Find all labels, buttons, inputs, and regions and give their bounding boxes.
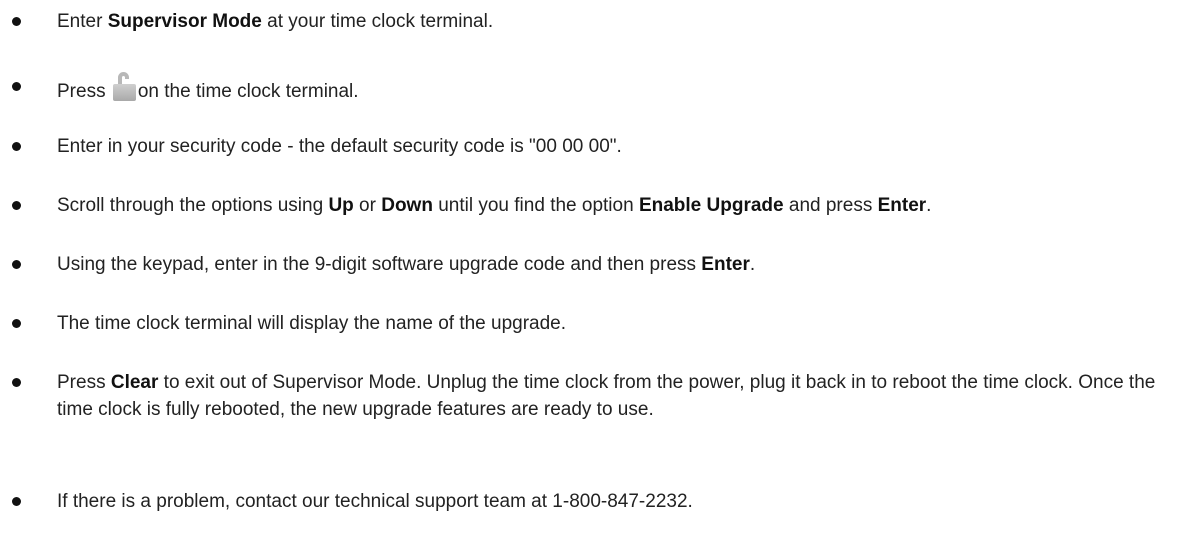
bullet-icon bbox=[12, 497, 21, 506]
bullet-icon bbox=[12, 142, 21, 151]
bullet-icon bbox=[12, 17, 21, 26]
bullet-icon bbox=[12, 378, 21, 387]
bullet-icon bbox=[12, 82, 21, 91]
step-text: The time clock terminal will display the… bbox=[57, 313, 567, 334]
step-text: Enter Supervisor Mode at your time clock… bbox=[57, 11, 494, 32]
bullet-icon bbox=[12, 201, 21, 210]
lock-icon bbox=[112, 72, 136, 101]
bullet-icon bbox=[12, 260, 21, 269]
step-text: Enter in your security code - the defaul… bbox=[57, 136, 622, 157]
step-text: Scroll through the options using Up or D… bbox=[57, 195, 932, 216]
step-text: If there is a problem, contact our techn… bbox=[57, 491, 693, 512]
step-text: Press on the time clock terminal. bbox=[57, 72, 1172, 105]
bullet-icon bbox=[12, 319, 21, 328]
step-text: Using the keypad, enter in the 9-digit s… bbox=[57, 254, 756, 275]
step-text: Press Clear to exit out of Supervisor Mo… bbox=[57, 372, 1156, 420]
